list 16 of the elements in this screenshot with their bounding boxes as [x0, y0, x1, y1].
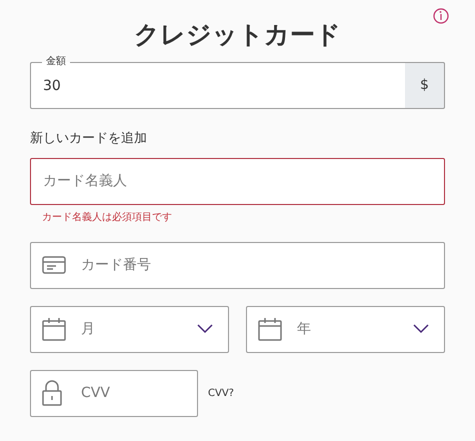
lock-icon	[42, 380, 62, 406]
card-number-field[interactable]: カード番号	[30, 242, 445, 288]
section-label: 新しいカードを追加	[30, 130, 148, 148]
chevron-icon	[197, 324, 213, 334]
cvv-help-link[interactable]: CVV?	[208, 386, 234, 400]
chevron-icon	[413, 324, 429, 334]
card-icon	[42, 255, 66, 275]
calendar-icon	[258, 317, 282, 341]
cvv-field[interactable]: CVV	[30, 370, 198, 416]
error-message: カード名義人は必須項目です	[41, 210, 173, 224]
select-field[interactable]: 年	[246, 306, 445, 352]
calendar-icon	[42, 317, 66, 341]
info-icon[interactable]	[433, 8, 449, 24]
input-field[interactable]: カード名義人	[30, 158, 445, 204]
select-field[interactable]: 月	[30, 306, 229, 352]
page-title: クレジットカード	[134, 20, 341, 50]
